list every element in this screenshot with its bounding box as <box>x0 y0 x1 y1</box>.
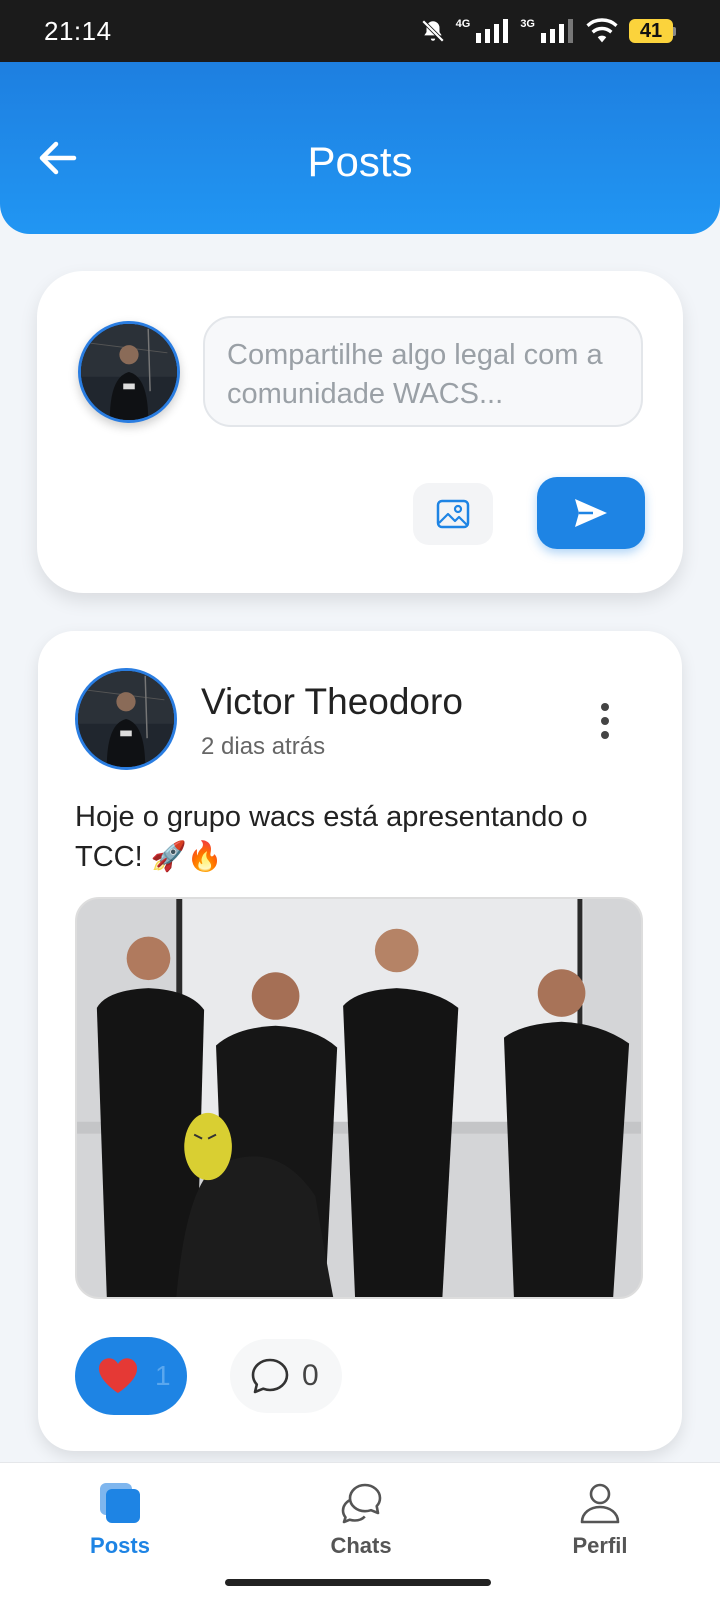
posts-icon <box>100 1483 140 1523</box>
wifi-icon <box>586 18 618 43</box>
network-label-2: 3G <box>520 18 535 30</box>
chat-icon <box>341 1483 382 1524</box>
comment-count: 0 <box>302 1359 319 1392</box>
post-text-input[interactable]: Compartilhe algo legal com a comunidade … <box>203 316 643 427</box>
like-count: 1 <box>155 1360 171 1391</box>
post-image[interactable] <box>75 897 643 1299</box>
heart-icon <box>98 1358 138 1393</box>
nav-label-posts: Posts <box>90 1533 150 1558</box>
comment-icon <box>251 1358 289 1394</box>
nav-item-posts[interactable]: Posts <box>50 1463 190 1573</box>
network-label-1: 4G <box>455 18 471 30</box>
avatar-photo <box>78 671 174 767</box>
like-button[interactable]: 1 <box>75 1337 187 1415</box>
post-author-name[interactable]: Victor Theodoro <box>201 681 463 723</box>
send-icon <box>575 499 607 527</box>
more-vertical-icon <box>601 703 609 739</box>
avatar-photo <box>81 324 177 420</box>
status-icons: 4G 3G 41 <box>420 18 676 44</box>
post-author-avatar[interactable] <box>75 668 177 770</box>
battery-icon: 41 <box>629 19 676 43</box>
nav-label-chats: Chats <box>330 1533 392 1558</box>
nav-item-perfil[interactable]: Perfil <box>530 1463 670 1573</box>
app-header: Posts <box>0 62 720 234</box>
avatar[interactable] <box>78 321 180 423</box>
mute-bell-icon <box>421 19 444 43</box>
signal-icon-2 <box>541 19 573 43</box>
gesture-bar-area <box>0 1572 720 1600</box>
send-button[interactable] <box>537 477 645 549</box>
post-timestamp: 2 dias atrás <box>201 733 326 760</box>
nav-item-chats[interactable]: Chats <box>291 1463 431 1573</box>
page-title: Posts <box>307 138 413 185</box>
image-icon <box>436 499 470 529</box>
battery-level: 41 <box>629 19 673 43</box>
bottom-navigation: Posts Chats Perfil <box>0 1462 720 1572</box>
add-image-button[interactable] <box>413 483 493 545</box>
post-composer: Compartilhe algo legal com a comunidade … <box>37 271 683 593</box>
post-body-text: Hoje o grupo wacs está apresentando o TC… <box>75 801 588 873</box>
post-card: Victor Theodoro 2 dias atrás Hoje o grup… <box>38 631 682 1451</box>
group-photo <box>77 899 641 1297</box>
post-menu-button[interactable] <box>590 701 620 741</box>
status-time: 21:14 <box>44 15 112 46</box>
home-indicator[interactable] <box>225 1579 491 1586</box>
user-icon <box>580 1483 620 1524</box>
status-bar: 21:14 4G 3G 41 <box>0 0 720 62</box>
nav-label-perfil: Perfil <box>572 1533 628 1558</box>
signal-icon <box>476 19 509 43</box>
comment-button[interactable]: 0 <box>230 1339 342 1413</box>
